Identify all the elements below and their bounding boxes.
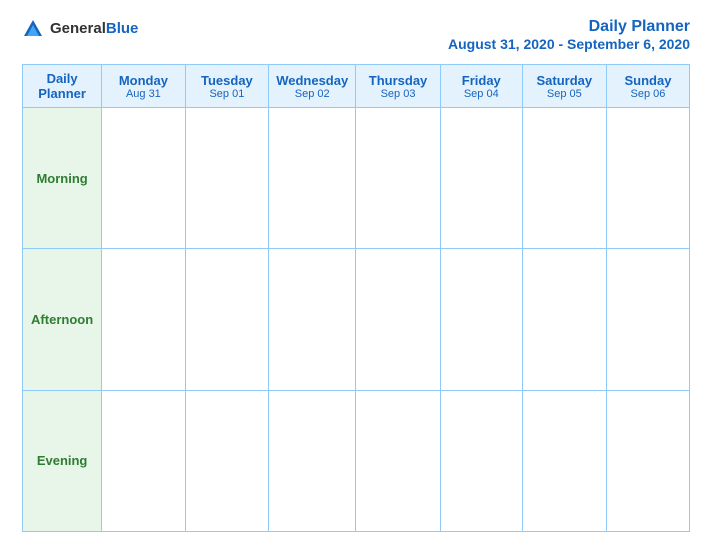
label-morning: Morning [23, 108, 102, 249]
logo-area: GeneralBlue [22, 18, 138, 40]
cell-evening-saturday[interactable] [522, 390, 606, 531]
generalblue-logo-icon [22, 18, 44, 40]
col-day-name: Monday [106, 73, 180, 88]
col-date: Aug 31 [106, 88, 180, 100]
header-col-wednesday: WednesdaySep 02 [269, 65, 356, 108]
header-col-saturday: SaturdaySep 05 [522, 65, 606, 108]
cell-morning-friday[interactable] [440, 108, 522, 249]
header-col-thursday: ThursdaySep 03 [356, 65, 441, 108]
logo-text-general: General [50, 20, 106, 37]
header-col-sunday: SundaySep 06 [606, 65, 689, 108]
col-day-name: Wednesday [273, 73, 351, 88]
cell-evening-monday[interactable] [102, 390, 185, 531]
cell-evening-friday[interactable] [440, 390, 522, 531]
cell-evening-wednesday[interactable] [269, 390, 356, 531]
col-day-name: Sunday [611, 73, 685, 88]
cell-morning-saturday[interactable] [522, 108, 606, 249]
cell-evening-thursday[interactable] [356, 390, 441, 531]
cell-afternoon-saturday[interactable] [522, 249, 606, 390]
planner-table: Daily Planner MondayAug 31TuesdaySep 01W… [22, 64, 690, 532]
logo-text-blue: Blue [106, 20, 139, 37]
col-date: Sep 06 [611, 88, 685, 100]
table-row-evening: Evening [23, 390, 690, 531]
cell-morning-thursday[interactable] [356, 108, 441, 249]
col-day-name: Thursday [360, 73, 436, 88]
cell-morning-wednesday[interactable] [269, 108, 356, 249]
header-label-text: Daily Planner [27, 71, 97, 101]
title-area: Daily Planner August 31, 2020 - Septembe… [448, 18, 690, 52]
cell-evening-tuesday[interactable] [185, 390, 269, 531]
col-day-name: Saturday [527, 73, 602, 88]
label-evening: Evening [23, 390, 102, 531]
col-date: Sep 05 [527, 88, 602, 100]
header-label-cell: Daily Planner [23, 65, 102, 108]
planner-date-range: August 31, 2020 - September 6, 2020 [448, 36, 690, 52]
top-header: GeneralBlue Daily Planner August 31, 202… [22, 18, 690, 52]
col-date: Sep 02 [273, 88, 351, 100]
table-row-morning: Morning [23, 108, 690, 249]
col-day-name: Tuesday [190, 73, 265, 88]
cell-afternoon-friday[interactable] [440, 249, 522, 390]
table-header-row: Daily Planner MondayAug 31TuesdaySep 01W… [23, 65, 690, 108]
header-col-monday: MondayAug 31 [102, 65, 185, 108]
cell-morning-sunday[interactable] [606, 108, 689, 249]
col-date: Sep 04 [445, 88, 518, 100]
cell-afternoon-monday[interactable] [102, 249, 185, 390]
cell-evening-sunday[interactable] [606, 390, 689, 531]
cell-morning-monday[interactable] [102, 108, 185, 249]
col-date: Sep 03 [360, 88, 436, 100]
cell-afternoon-thursday[interactable] [356, 249, 441, 390]
header-col-friday: FridaySep 04 [440, 65, 522, 108]
cell-afternoon-tuesday[interactable] [185, 249, 269, 390]
cell-afternoon-wednesday[interactable] [269, 249, 356, 390]
label-afternoon: Afternoon [23, 249, 102, 390]
col-date: Sep 01 [190, 88, 265, 100]
col-day-name: Friday [445, 73, 518, 88]
planner-title: Daily Planner [448, 18, 690, 36]
table-row-afternoon: Afternoon [23, 249, 690, 390]
cell-morning-tuesday[interactable] [185, 108, 269, 249]
header-col-tuesday: TuesdaySep 01 [185, 65, 269, 108]
cell-afternoon-sunday[interactable] [606, 249, 689, 390]
